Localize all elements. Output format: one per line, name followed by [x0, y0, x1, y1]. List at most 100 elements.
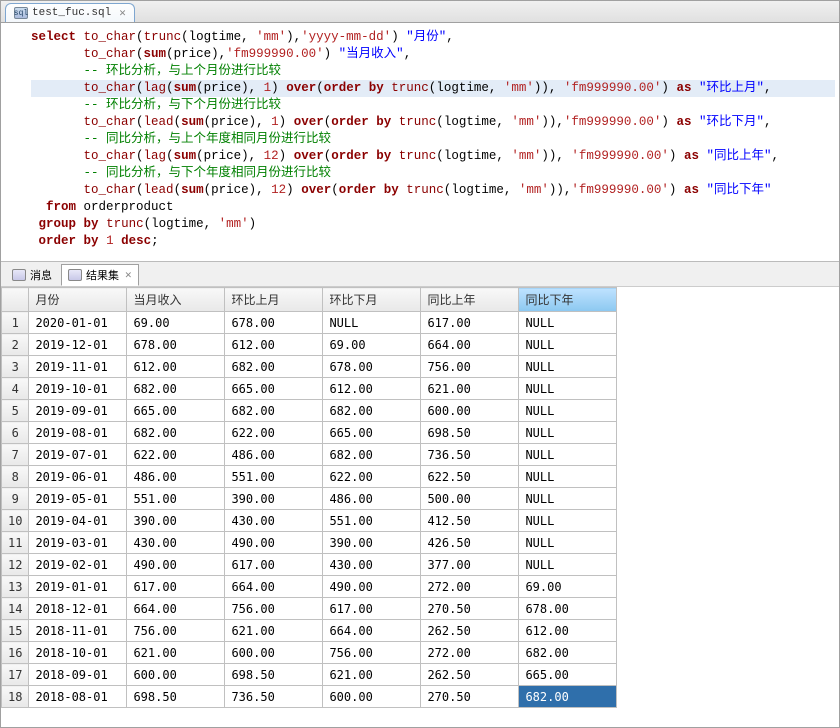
cell[interactable]: 617.00 [323, 598, 421, 620]
cell[interactable]: 682.00 [519, 642, 617, 664]
table-row[interactable]: 72019-07-01622.00486.00682.00736.50NULL [2, 444, 617, 466]
cell[interactable]: 430.00 [323, 554, 421, 576]
row-number[interactable]: 6 [2, 422, 29, 444]
table-row[interactable]: 132019-01-01617.00664.00490.00272.0069.0… [2, 576, 617, 598]
cell[interactable]: 412.50 [421, 510, 519, 532]
cell[interactable]: 736.50 [421, 444, 519, 466]
cell[interactable]: NULL [519, 488, 617, 510]
column-header[interactable]: 环比上月 [225, 288, 323, 312]
cell[interactable]: 2019-08-01 [29, 422, 127, 444]
cell[interactable]: 2018-09-01 [29, 664, 127, 686]
cell[interactable]: NULL [519, 532, 617, 554]
row-number[interactable]: 2 [2, 334, 29, 356]
cell[interactable]: 2019-05-01 [29, 488, 127, 510]
cell[interactable]: 756.00 [225, 598, 323, 620]
cell[interactable]: 612.00 [323, 378, 421, 400]
cell[interactable]: 2019-01-01 [29, 576, 127, 598]
cell[interactable]: NULL [323, 312, 421, 334]
cell[interactable]: 664.00 [323, 620, 421, 642]
cell[interactable]: 665.00 [519, 664, 617, 686]
cell[interactable]: 390.00 [127, 510, 225, 532]
cell[interactable]: 270.50 [421, 686, 519, 708]
table-row[interactable]: 52019-09-01665.00682.00682.00600.00NULL [2, 400, 617, 422]
tab-file[interactable]: sql test_fuc.sql ✕ [5, 3, 135, 22]
table-row[interactable]: 42019-10-01682.00665.00612.00621.00NULL [2, 378, 617, 400]
cell[interactable]: NULL [519, 466, 617, 488]
cell[interactable]: 551.00 [323, 510, 421, 532]
table-row[interactable]: 152018-11-01756.00621.00664.00262.50612.… [2, 620, 617, 642]
cell[interactable]: NULL [519, 312, 617, 334]
cell[interactable]: 486.00 [225, 444, 323, 466]
cell[interactable]: 736.50 [225, 686, 323, 708]
row-number[interactable]: 14 [2, 598, 29, 620]
row-number[interactable]: 5 [2, 400, 29, 422]
cell[interactable]: 2019-04-01 [29, 510, 127, 532]
row-number[interactable]: 15 [2, 620, 29, 642]
cell[interactable]: 621.00 [127, 642, 225, 664]
row-number[interactable]: 4 [2, 378, 29, 400]
cell[interactable]: 2020-01-01 [29, 312, 127, 334]
cell[interactable]: 2019-03-01 [29, 532, 127, 554]
cell[interactable]: 2019-12-01 [29, 334, 127, 356]
cell[interactable]: 682.00 [519, 686, 617, 708]
cell[interactable]: 698.50 [421, 422, 519, 444]
cell[interactable]: 682.00 [127, 378, 225, 400]
cell[interactable]: 622.00 [323, 466, 421, 488]
row-number[interactable]: 9 [2, 488, 29, 510]
table-row[interactable]: 182018-08-01698.50736.50600.00270.50682.… [2, 686, 617, 708]
row-number[interactable]: 11 [2, 532, 29, 554]
cell[interactable]: 490.00 [127, 554, 225, 576]
row-number[interactable]: 13 [2, 576, 29, 598]
row-number[interactable]: 10 [2, 510, 29, 532]
cell[interactable]: 682.00 [225, 400, 323, 422]
cell[interactable]: 621.00 [323, 664, 421, 686]
cell[interactable]: 377.00 [421, 554, 519, 576]
cell[interactable]: 69.00 [127, 312, 225, 334]
cell[interactable]: 664.00 [225, 576, 323, 598]
cell[interactable]: 682.00 [127, 422, 225, 444]
cell[interactable]: 622.50 [421, 466, 519, 488]
row-number[interactable]: 3 [2, 356, 29, 378]
cell[interactable]: 756.00 [421, 356, 519, 378]
cell[interactable]: 622.00 [225, 422, 323, 444]
table-row[interactable]: 32019-11-01612.00682.00678.00756.00NULL [2, 356, 617, 378]
cell[interactable]: 665.00 [127, 400, 225, 422]
row-number[interactable]: 16 [2, 642, 29, 664]
table-row[interactable]: 12020-01-0169.00678.00NULL617.00NULL [2, 312, 617, 334]
cell[interactable]: 2018-12-01 [29, 598, 127, 620]
sql-editor[interactable]: select to_char(trunc(logtime, 'mm'),'yyy… [1, 23, 839, 261]
cell[interactable]: 426.50 [421, 532, 519, 554]
column-header[interactable]: 同比下年 [519, 288, 617, 312]
table-row[interactable]: 102019-04-01390.00430.00551.00412.50NULL [2, 510, 617, 532]
tab-messages[interactable]: 消息 [5, 264, 59, 286]
cell[interactable]: 551.00 [225, 466, 323, 488]
cell[interactable]: 390.00 [225, 488, 323, 510]
cell[interactable]: 262.50 [421, 664, 519, 686]
column-header[interactable]: 月份 [29, 288, 127, 312]
cell[interactable]: 756.00 [323, 642, 421, 664]
cell[interactable]: NULL [519, 356, 617, 378]
cell[interactable]: 678.00 [127, 334, 225, 356]
cell[interactable]: 2019-07-01 [29, 444, 127, 466]
cell[interactable]: 600.00 [421, 400, 519, 422]
row-number[interactable]: 17 [2, 664, 29, 686]
cell[interactable]: 490.00 [323, 576, 421, 598]
cell[interactable]: 272.00 [421, 576, 519, 598]
cell[interactable]: 698.50 [127, 686, 225, 708]
cell[interactable]: NULL [519, 510, 617, 532]
cell[interactable]: NULL [519, 378, 617, 400]
cell[interactable]: 270.50 [421, 598, 519, 620]
cell[interactable]: 69.00 [323, 334, 421, 356]
cell[interactable]: 69.00 [519, 576, 617, 598]
cell[interactable]: NULL [519, 400, 617, 422]
table-row[interactable]: 82019-06-01486.00551.00622.00622.50NULL [2, 466, 617, 488]
table-row[interactable]: 92019-05-01551.00390.00486.00500.00NULL [2, 488, 617, 510]
cell[interactable]: 262.50 [421, 620, 519, 642]
cell[interactable]: 551.00 [127, 488, 225, 510]
cell[interactable]: 617.00 [421, 312, 519, 334]
cell[interactable]: 682.00 [323, 444, 421, 466]
cell[interactable]: NULL [519, 444, 617, 466]
row-number[interactable]: 1 [2, 312, 29, 334]
table-row[interactable]: 22019-12-01678.00612.0069.00664.00NULL [2, 334, 617, 356]
cell[interactable]: 2019-06-01 [29, 466, 127, 488]
